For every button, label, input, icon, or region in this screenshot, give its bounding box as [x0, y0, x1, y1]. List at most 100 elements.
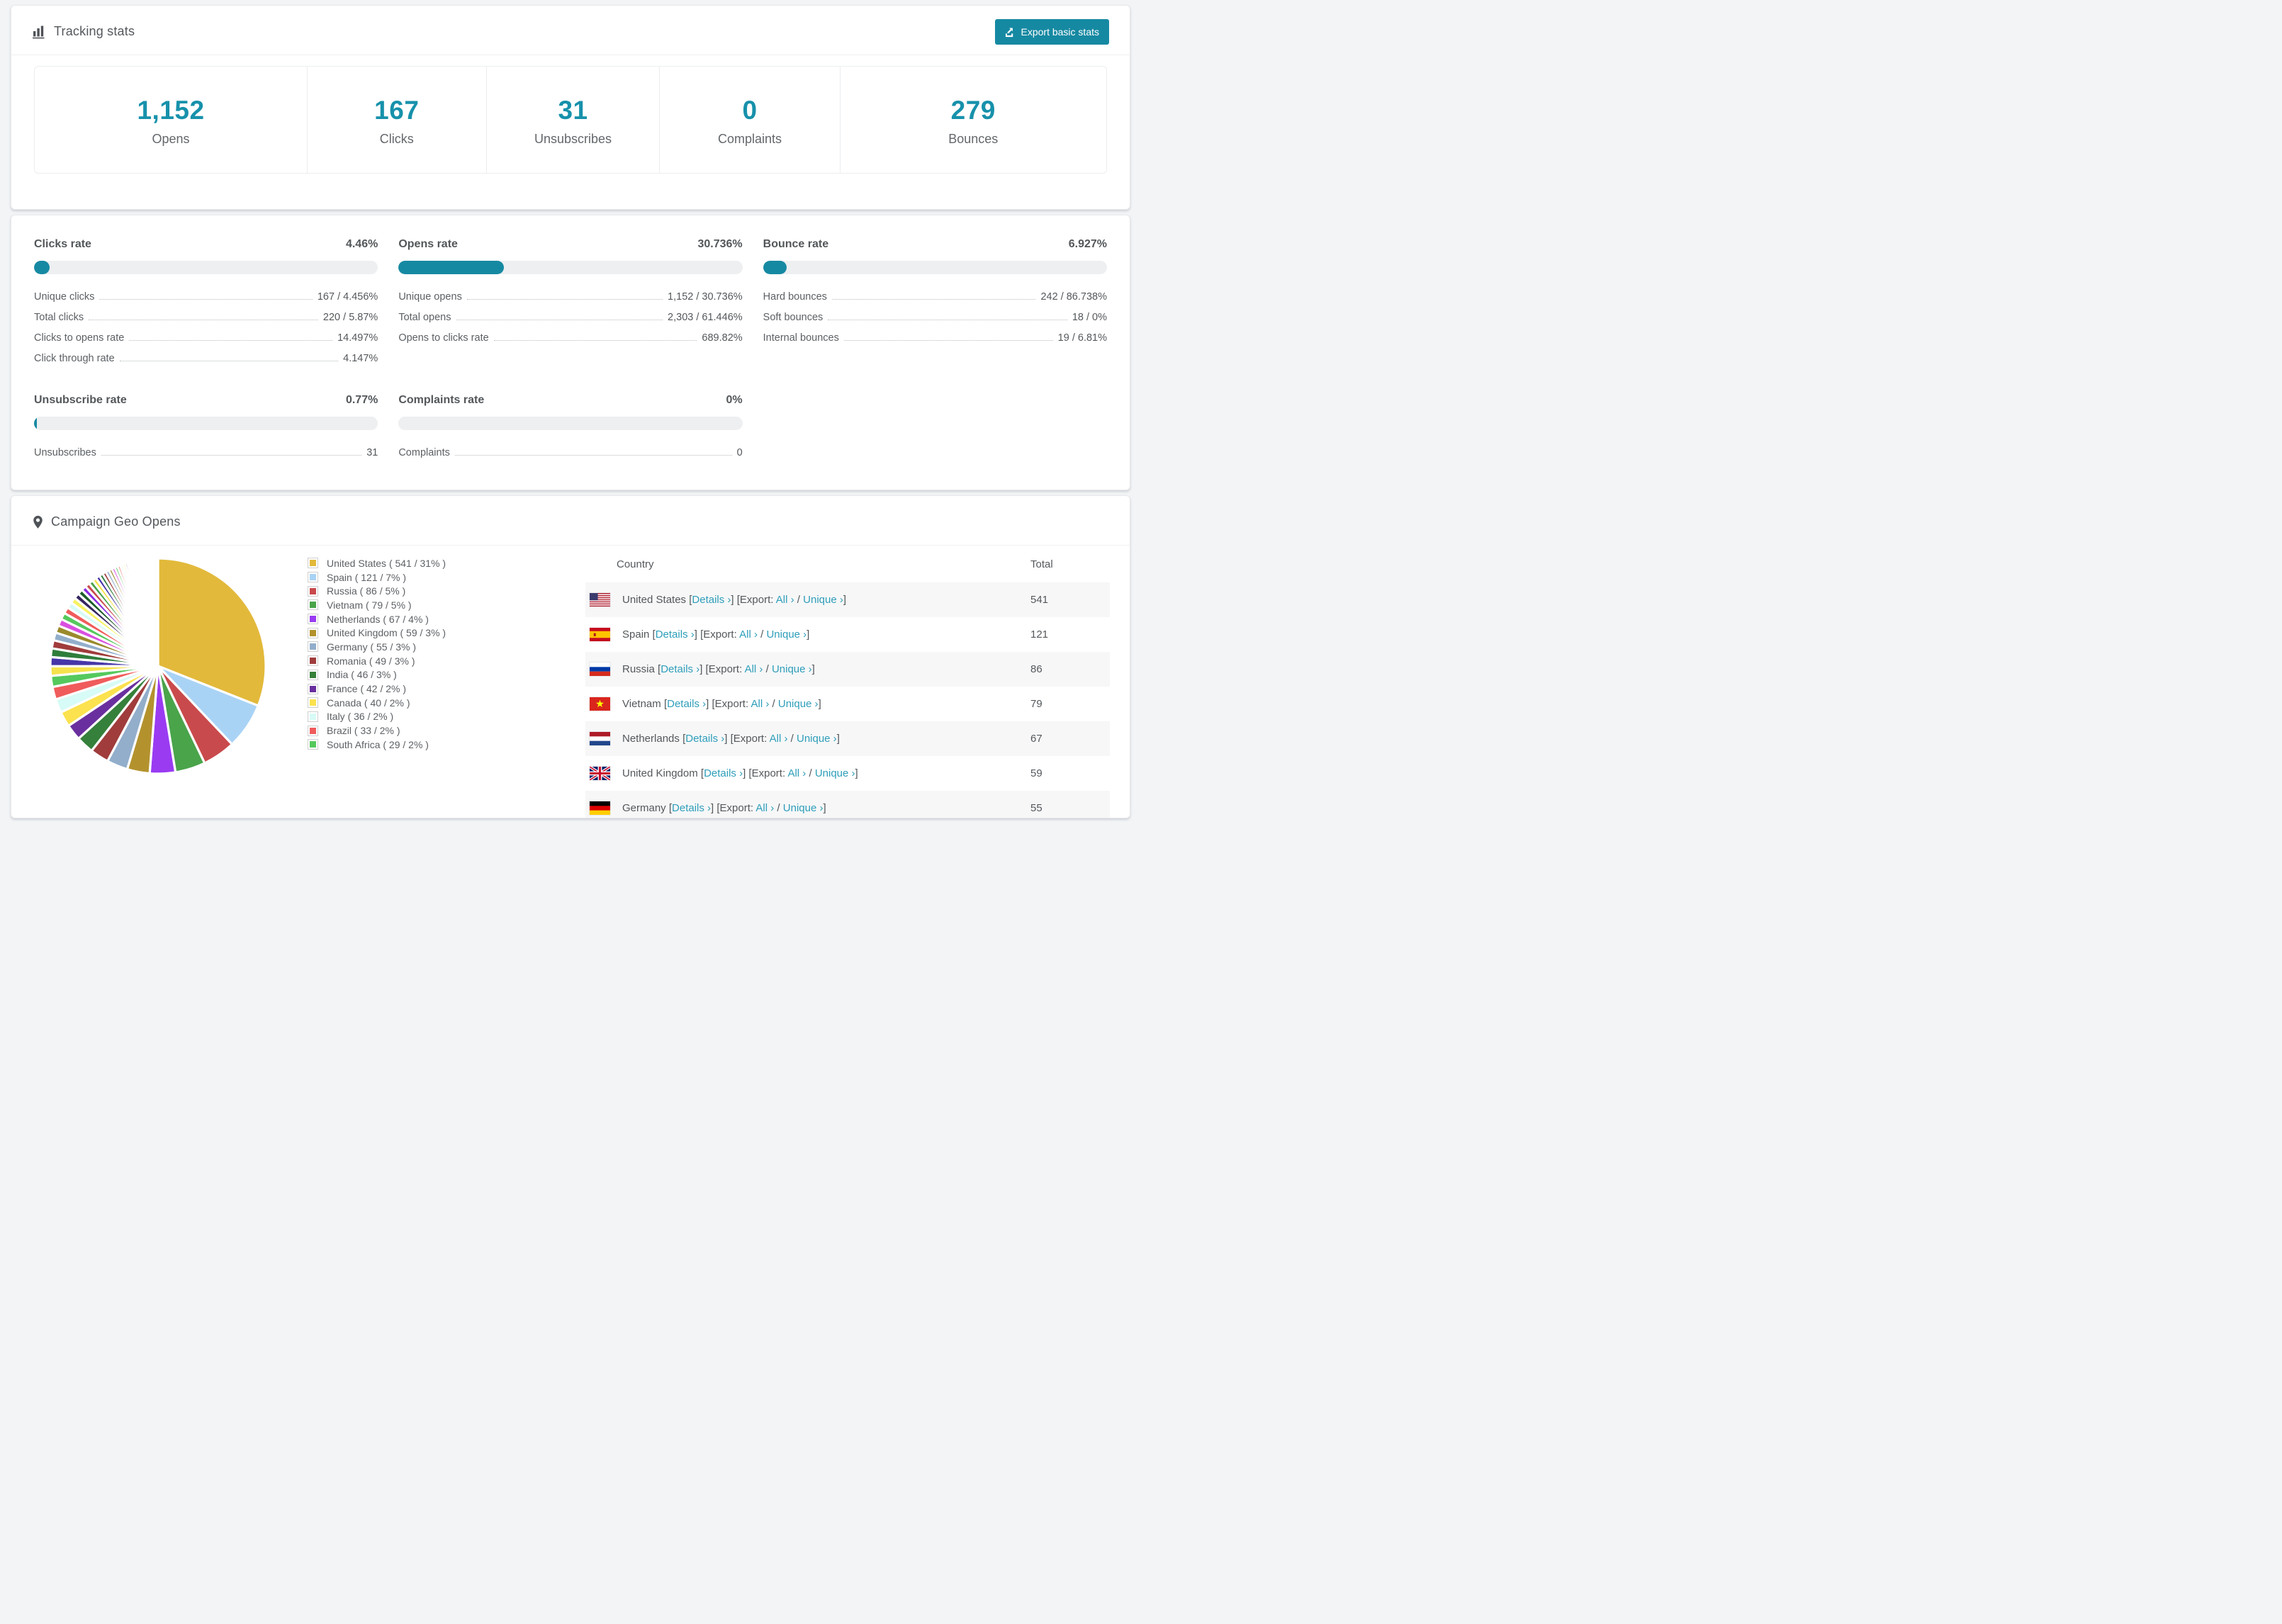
stat-label: Unsubscribes	[534, 132, 612, 146]
rate-block-clicks: Clicks rate 4.46% Unique clicks 167 / 4.456…	[34, 238, 378, 368]
legend-swatch	[308, 585, 318, 597]
rate-detail-row: Clicks to opens rate 14.497%	[34, 327, 378, 348]
map-pin-icon	[33, 515, 43, 529]
export-all-link[interactable]: All ›	[755, 802, 774, 814]
pie-legend: United States ( 541 / 31% ) Spain ( 121 /…	[308, 556, 446, 818]
legend-item: Brazil ( 33 / 2% )	[308, 723, 446, 738]
rate-title: Clicks rate	[34, 238, 91, 250]
dotted-leader	[493, 340, 697, 341]
export-unique-link[interactable]: Unique ›	[815, 767, 855, 779]
rate-block-opens: Opens rate 30.736% Unique opens 1,152 / 30.…	[398, 238, 743, 368]
stat-cell-bounces: 279 Bounces	[839, 67, 1106, 173]
rate-detail-value: 220 / 5.87%	[322, 312, 378, 323]
country-cell: Vietnam [Details ›] [Export: All › / Uni…	[585, 697, 1030, 711]
rate-detail-value: 2,303 / 61.446%	[668, 312, 743, 323]
stat-label: Clicks	[379, 132, 414, 146]
geo-opens-table: Country Total United States [Details ›] …	[585, 546, 1110, 818]
export-button-label: Export basic stats	[1021, 26, 1100, 38]
total-value: 121	[1030, 628, 1049, 641]
export-icon	[1005, 28, 1013, 37]
rate-detail-row: Internal bounces 19 / 6.81%	[763, 327, 1107, 348]
rate-detail-row: Soft bounces 18 / 0%	[763, 307, 1107, 327]
legend-label: France ( 42 / 2% )	[327, 683, 407, 695]
export-unique-link[interactable]: Unique ›	[803, 594, 843, 606]
export-basic-stats-button[interactable]: Export basic stats	[994, 19, 1109, 45]
country-links: United Kingdom [Details ›] [Export: All …	[622, 767, 858, 779]
legend-label: United Kingdom ( 59 / 3% )	[327, 627, 446, 639]
country-name: Spain	[622, 628, 653, 641]
export-unique-link[interactable]: Unique ›	[783, 802, 824, 814]
rate-detail-label: Total clicks	[34, 312, 84, 323]
rate-detail-value: 14.497%	[337, 332, 378, 344]
legend-swatch	[308, 683, 318, 694]
country-name: Vietnam	[622, 698, 664, 710]
export-all-link[interactable]: All ›	[739, 628, 758, 641]
flag-nl	[590, 732, 610, 745]
rate-value: 0.77%	[345, 394, 378, 406]
rate-detail-value: 31	[366, 447, 378, 458]
rate-value: 4.46%	[345, 238, 378, 250]
details-link[interactable]: Details ›	[661, 663, 699, 675]
export-all-link[interactable]: All ›	[751, 698, 770, 710]
rate-progress-track	[34, 261, 378, 274]
pie-slice-63	[156, 557, 159, 667]
rate-detail-label: Internal bounces	[763, 332, 839, 344]
rates-grid: Clicks rate 4.46% Unique clicks 167 / 4.456…	[11, 215, 1130, 490]
export-all-link[interactable]: All ›	[776, 594, 794, 606]
flag-gb	[590, 767, 610, 780]
country-links: Vietnam [Details ›] [Export: All › / Uni…	[622, 698, 821, 710]
geo-table-wrap: Country Total United States [Details ›] …	[585, 546, 1110, 818]
legend-item: Vietnam ( 79 / 5% )	[308, 598, 446, 612]
export-unique-link[interactable]: Unique ›	[797, 733, 837, 745]
country-name: Russia	[622, 663, 658, 675]
legend-label: United States ( 541 / 31% )	[327, 557, 446, 569]
rate-progress-track	[34, 417, 378, 430]
rate-head: Unsubscribe rate 0.77%	[34, 394, 378, 407]
legend-swatch	[308, 669, 318, 680]
total-value: 541	[1030, 594, 1049, 606]
details-link[interactable]: Details ›	[685, 733, 724, 745]
total-column-header: Total	[1030, 558, 1053, 570]
rate-detail-value: 0	[736, 447, 743, 458]
export-all-link[interactable]: All ›	[745, 663, 763, 675]
legend-label: Italy ( 36 / 2% )	[327, 711, 394, 723]
details-link[interactable]: Details ›	[672, 802, 711, 814]
rate-head: Complaints rate 0%	[398, 394, 742, 407]
rate-title: Bounce rate	[763, 238, 829, 250]
stat-cell-clicks: 167 Clicks	[307, 67, 486, 173]
details-link[interactable]: Details ›	[656, 628, 695, 641]
legend-item: Netherlands ( 67 / 4% )	[308, 612, 446, 626]
flag-ru	[590, 662, 610, 676]
campaign-geo-opens-card: Campaign Geo Opens United States ( 541 /…	[11, 495, 1130, 818]
export-unique-link[interactable]: Unique ›	[766, 628, 806, 641]
details-link[interactable]: Details ›	[692, 594, 731, 606]
legend-swatch	[308, 572, 318, 583]
legend-item: South Africa ( 29 / 2% )	[308, 738, 446, 752]
legend-swatch	[308, 614, 318, 625]
table-row-ru: Russia [Details ›] [Export: All › / Uniq…	[585, 652, 1110, 687]
rate-detail-label: Total opens	[398, 312, 451, 323]
export-unique-link[interactable]: Unique ›	[772, 663, 812, 675]
total-value: 55	[1030, 802, 1042, 814]
rate-detail-row: Total clicks 220 / 5.87%	[34, 307, 378, 327]
table-row-vn: Vietnam [Details ›] [Export: All › / Uni…	[585, 687, 1110, 721]
details-link[interactable]: Details ›	[704, 767, 743, 779]
export-all-link[interactable]: All ›	[787, 767, 806, 779]
table-row-us: United States [Details ›] [Export: All ›…	[585, 582, 1110, 617]
tracking-stats-header: Tracking stats Export basic stats	[11, 6, 1130, 55]
legend-item: Germany ( 55 / 3% )	[308, 640, 446, 654]
rate-detail-value: 167 / 4.456%	[317, 291, 378, 303]
export-all-link[interactable]: All ›	[770, 733, 788, 745]
country-cell: Netherlands [Details ›] [Export: All › /…	[585, 732, 1030, 745]
legend-swatch	[308, 739, 318, 750]
country-cell: Spain [Details ›] [Export: All › / Uniqu…	[585, 628, 1030, 641]
total-value: 67	[1030, 733, 1042, 745]
stats-summary-row: 1,152 Opens 167 Clicks 31 Unsubscribes 0 Compla…	[34, 66, 1107, 174]
export-unique-link[interactable]: Unique ›	[778, 698, 819, 710]
total-value: 86	[1030, 663, 1042, 675]
rate-value: 30.736%	[697, 238, 743, 250]
details-link[interactable]: Details ›	[667, 698, 706, 710]
geo-header: Campaign Geo Opens	[11, 496, 1130, 546]
legend-swatch	[308, 725, 318, 736]
flag-vn	[590, 697, 610, 711]
